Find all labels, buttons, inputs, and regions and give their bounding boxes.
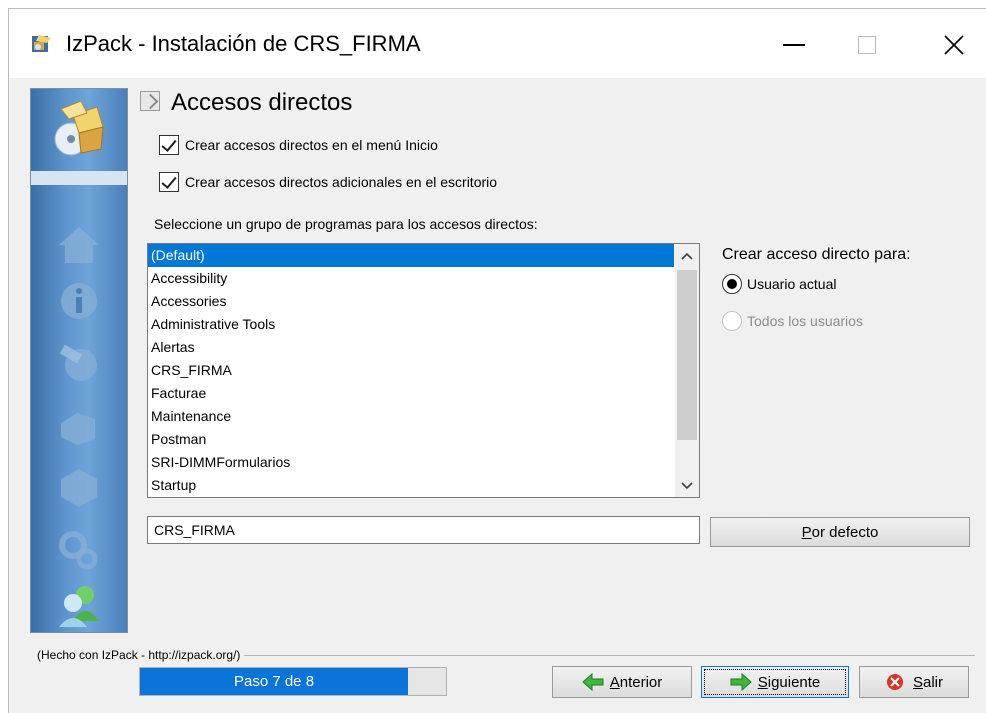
users-icon bbox=[51, 581, 107, 629]
list-item[interactable]: (Default) bbox=[148, 244, 674, 267]
program-group-input[interactable] bbox=[147, 516, 700, 544]
default-button-mnemonic: P bbox=[801, 523, 812, 541]
exit-button-mnemonic: S bbox=[912, 673, 923, 691]
list-item[interactable]: Postman bbox=[148, 428, 674, 451]
list-scrollbar[interactable] bbox=[675, 244, 699, 497]
default-button-label: or defecto bbox=[811, 523, 879, 541]
license-icon bbox=[51, 339, 107, 387]
radio-selected-icon[interactable] bbox=[722, 274, 742, 294]
shortcut-for-label: Crear acceso directo para: bbox=[722, 246, 911, 263]
progress-text: Paso 7 de 8 bbox=[233, 673, 315, 690]
maximize-button[interactable] bbox=[849, 27, 889, 61]
radio-disabled-icon[interactable] bbox=[722, 311, 742, 331]
start-menu-shortcuts-checkbox[interactable]: Crear accesos directos en el menú Inicio bbox=[159, 133, 438, 157]
program-group-label: Seleccione un grupo de programas para lo… bbox=[154, 216, 538, 232]
sidebar-band bbox=[31, 171, 127, 185]
list-item[interactable]: Maintenance bbox=[148, 405, 674, 428]
program-group-items: (Default) Accessibility Accessories Adminis… bbox=[148, 244, 674, 497]
checkbox-checked-icon[interactable] bbox=[159, 135, 179, 155]
installer-sidebar bbox=[30, 88, 128, 633]
desktop-shortcuts-label: Crear accesos directos adicionales en el… bbox=[185, 174, 498, 190]
panel-title: Accesos directos bbox=[171, 89, 353, 116]
installer-window: IzPack - Instalación de CRS_FIRMA Acceso… bbox=[8, 8, 986, 713]
settings-icon bbox=[51, 525, 107, 573]
next-button-label: iguiente bbox=[767, 673, 821, 691]
previous-button[interactable]: Anterior bbox=[552, 666, 692, 698]
exit-icon bbox=[886, 674, 903, 690]
scroll-down-button[interactable] bbox=[675, 473, 699, 497]
arrow-left-icon bbox=[581, 673, 604, 691]
window-title: IzPack - Instalación de CRS_FIRMA bbox=[66, 31, 421, 56]
list-item[interactable]: Startup bbox=[148, 474, 674, 497]
chevron-down-icon bbox=[681, 482, 693, 490]
all-users-radio[interactable]: Todos los usuarios bbox=[722, 308, 863, 334]
program-group-list[interactable]: (Default) Accessibility Accessories Adminis… bbox=[147, 243, 700, 498]
chevron-up-icon bbox=[681, 252, 693, 260]
start-menu-shortcuts-label: Crear accesos directos en el menú Inicio bbox=[185, 137, 438, 153]
izpack-credit: (Hecho con IzPack - http://izpack.org/) bbox=[37, 648, 245, 662]
home-icon bbox=[51, 221, 107, 269]
next-button[interactable]: Siguiente bbox=[701, 666, 849, 698]
list-item[interactable]: Accessibility bbox=[148, 267, 674, 290]
list-item[interactable]: CRS_FIRMA bbox=[148, 359, 674, 382]
installer-logo-icon bbox=[51, 97, 107, 156]
scroll-thumb[interactable] bbox=[677, 270, 697, 440]
list-item[interactable]: Alertas bbox=[148, 336, 674, 359]
step-progress-bar: Paso 7 de 8 bbox=[139, 667, 447, 696]
list-item[interactable]: Facturae bbox=[148, 382, 674, 405]
close-button[interactable] bbox=[934, 27, 974, 61]
scroll-up-button[interactable] bbox=[675, 244, 699, 268]
title-bar[interactable]: IzPack - Instalación de CRS_FIRMA bbox=[9, 9, 986, 78]
close-icon bbox=[944, 35, 964, 55]
exit-button-label: alir bbox=[923, 673, 944, 691]
previous-button-mnemonic: A bbox=[609, 673, 620, 691]
all-users-label: Todos los usuarios bbox=[747, 313, 863, 329]
desktop-shortcuts-checkbox[interactable]: Crear accesos directos adicionales en el… bbox=[159, 170, 497, 194]
arrow-right-icon bbox=[730, 673, 752, 691]
info-icon bbox=[51, 277, 107, 325]
shortcut-panel-icon bbox=[140, 91, 160, 111]
list-item[interactable]: Administrative Tools bbox=[148, 313, 674, 336]
minimize-button[interactable] bbox=[775, 27, 815, 61]
previous-button-label: nterior bbox=[619, 673, 663, 691]
izpack-installer-icon bbox=[31, 34, 53, 54]
default-button[interactable]: Por defecto bbox=[710, 517, 970, 547]
checkbox-checked-icon[interactable] bbox=[159, 172, 179, 192]
list-item[interactable]: Accessories bbox=[148, 290, 674, 313]
list-item[interactable]: SRI-DIMMFormularios bbox=[148, 451, 674, 474]
current-user-label: Usuario actual bbox=[747, 276, 837, 292]
install-icon bbox=[51, 463, 107, 511]
next-button-mnemonic: S bbox=[757, 673, 768, 691]
current-user-radio[interactable]: Usuario actual bbox=[722, 271, 837, 297]
exit-button[interactable]: Salir bbox=[859, 666, 969, 698]
packs-icon bbox=[51, 401, 107, 449]
